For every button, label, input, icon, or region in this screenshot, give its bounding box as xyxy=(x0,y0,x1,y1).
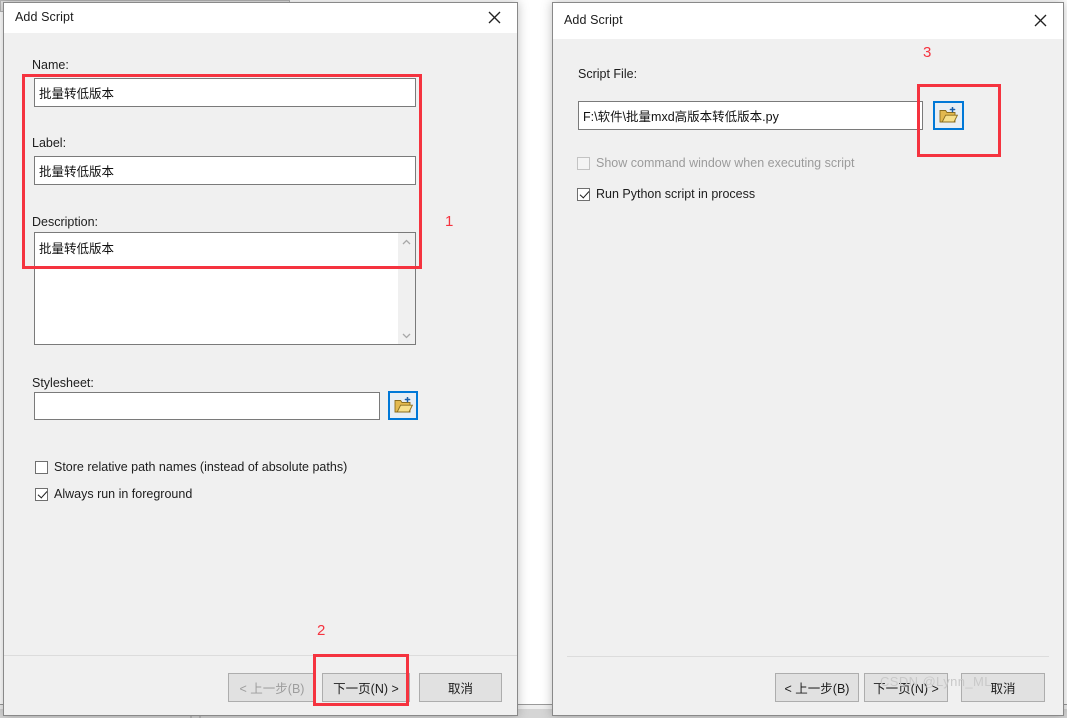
checkbox-always-run-foreground[interactable]: Always run in foreground xyxy=(35,487,192,501)
footer-divider xyxy=(567,656,1049,657)
script-file-label: Script File: xyxy=(578,67,638,81)
dialog-body-right: Script File: F:\软件\批量mxd高版本转低版本.py Show … xyxy=(553,39,1063,715)
titlebar-left: Add Script xyxy=(4,3,517,34)
chevron-down-icon[interactable] xyxy=(398,327,415,344)
back-button[interactable]: < 上一步(B) xyxy=(775,673,859,702)
checkbox-show-command-window: Show command window when executing scrip… xyxy=(577,156,854,170)
stylesheet-label: Stylesheet: xyxy=(32,376,94,390)
next-button[interactable]: 下一页(N) > xyxy=(864,673,948,702)
checkbox-label: Store relative path names (instead of ab… xyxy=(54,460,348,474)
description-textarea[interactable]: 批量转低版本 xyxy=(34,232,416,345)
name-input[interactable]: 批量转低版本 xyxy=(34,78,416,107)
footer-divider xyxy=(4,655,517,656)
checkbox-label: Always run in foreground xyxy=(54,487,193,501)
script-file-browse-button[interactable] xyxy=(933,101,964,130)
chevron-up-icon[interactable] xyxy=(398,233,415,250)
close-icon[interactable] xyxy=(1018,3,1063,38)
checkbox-label: Run Python script in process xyxy=(596,187,756,201)
label-input[interactable]: 批量转低版本 xyxy=(34,156,416,185)
description-label: Description: xyxy=(32,215,98,229)
description-text: 批量转低版本 xyxy=(39,242,115,256)
cancel-button[interactable]: 取消 xyxy=(961,673,1045,702)
next-button[interactable]: 下一页(N) > xyxy=(322,673,410,702)
label-label: Label: xyxy=(32,136,67,150)
checkbox-run-python-in-process[interactable]: Run Python script in process xyxy=(577,187,755,201)
name-label: Name: xyxy=(32,58,69,72)
checkbox-box[interactable] xyxy=(35,460,48,474)
checkbox-box[interactable] xyxy=(577,187,590,201)
page-title: Add Script xyxy=(564,13,623,27)
page-title: Add Script xyxy=(15,10,74,24)
checkbox-box xyxy=(577,156,590,170)
open-folder-icon xyxy=(394,397,413,413)
checkbox-box[interactable] xyxy=(35,487,48,501)
titlebar-right: Add Script xyxy=(553,3,1063,40)
description-scrollbar[interactable] xyxy=(397,233,415,344)
open-folder-icon xyxy=(939,107,958,123)
checkbox-label: Show command window when executing scrip… xyxy=(596,156,855,170)
stylesheet-input[interactable] xyxy=(34,392,380,420)
script-file-input[interactable]: F:\软件\批量mxd高版本转低版本.py xyxy=(578,101,923,130)
close-icon[interactable] xyxy=(472,3,517,32)
stylesheet-browse-button[interactable] xyxy=(388,391,418,420)
add-script-dialog-page1: Add Script Name: 批量转低版本 Label: 批量转低版本 De… xyxy=(3,2,518,716)
dialog-body-left: Name: 批量转低版本 Label: 批量转低版本 Description: … xyxy=(4,33,517,715)
checkbox-store-relative-paths[interactable]: Store relative path names (instead of ab… xyxy=(35,460,347,474)
back-button: < 上一步(B) xyxy=(228,673,316,702)
add-script-dialog-page2: Add Script Script File: F:\软件\批量mxd高版本转低… xyxy=(552,2,1064,716)
cancel-button[interactable]: 取消 xyxy=(419,673,502,702)
